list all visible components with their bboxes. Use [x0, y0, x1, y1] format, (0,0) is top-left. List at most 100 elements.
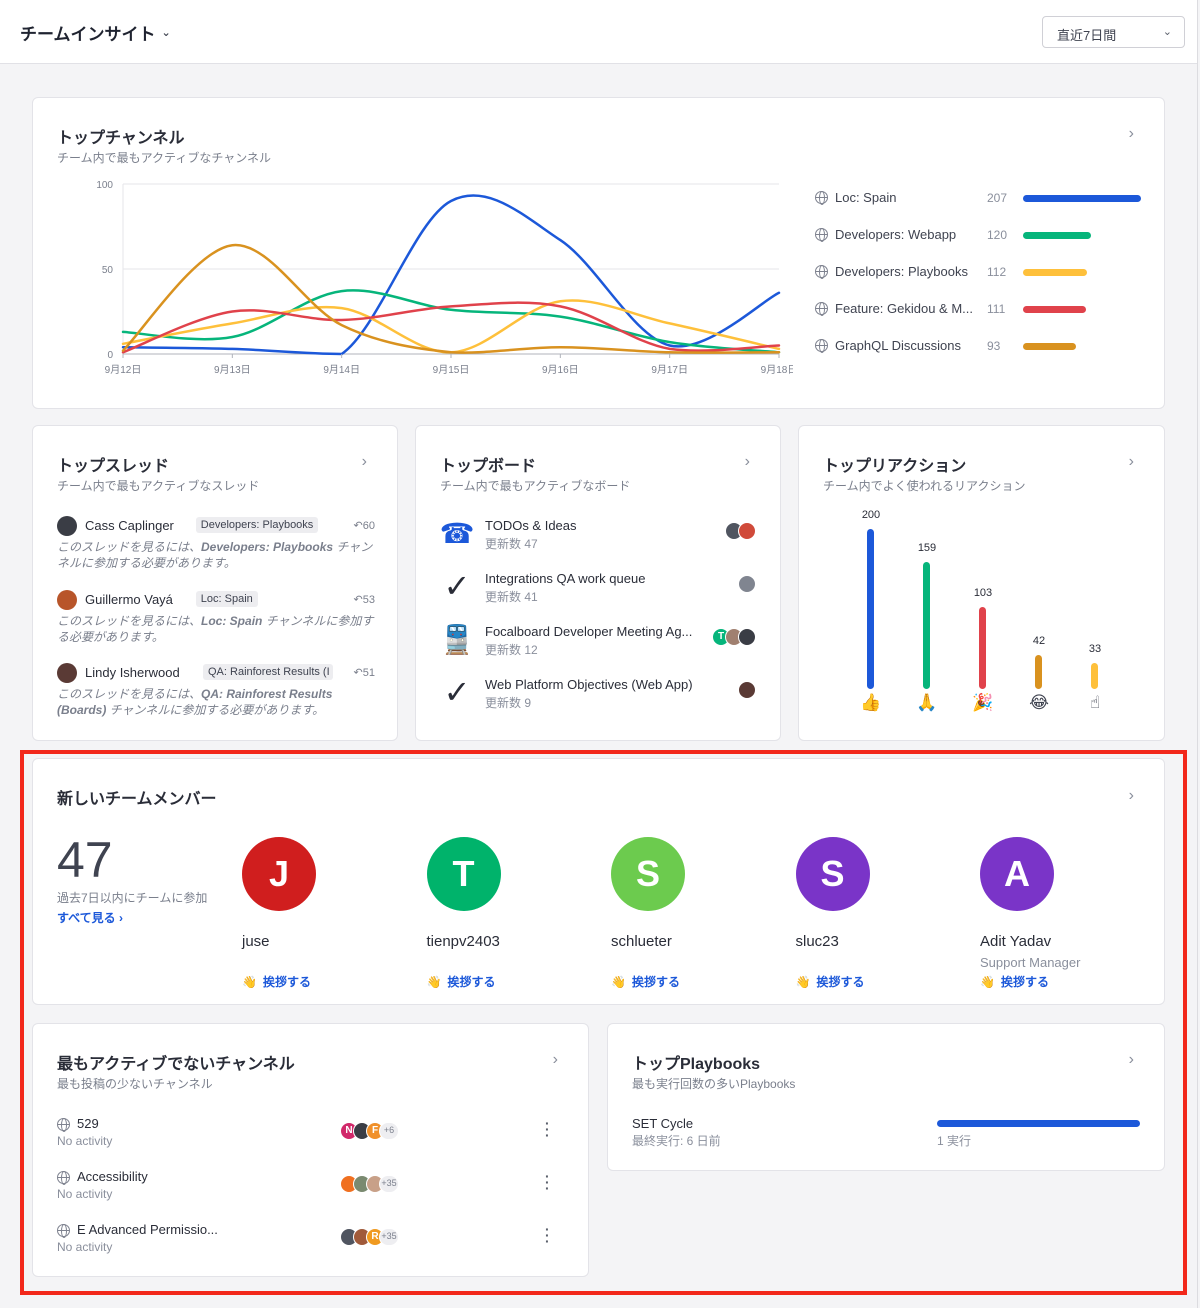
chevron-right-icon[interactable]: › — [1129, 125, 1134, 143]
avatar-group: +35 — [340, 1175, 399, 1193]
chevron-right-icon[interactable]: › — [1129, 787, 1134, 805]
thread-message-text: チャンネルに参加する必要があります。 — [106, 703, 325, 717]
member-item[interactable]: Jjuse 👋 挨拶する — [242, 837, 402, 997]
avatar: T — [426, 837, 501, 911]
legend-bar — [1023, 269, 1087, 276]
see-all-link[interactable]: すべて見る › — [57, 909, 123, 926]
waving-hand-icon: 👋 — [611, 975, 626, 989]
member-overflow-count: +6 — [379, 1122, 399, 1140]
say-hello-button[interactable]: 👋 挨拶する — [980, 973, 1049, 990]
chevron-right-icon[interactable]: › — [1129, 1051, 1134, 1069]
card-subtitle: チーム内でよく使われるリアクション — [823, 479, 1026, 493]
legend-channel-name: Developers: Playbooks — [835, 264, 968, 279]
new-members-card: 新しいチームメンバー › 47 過去7日以内にチームに参加 すべて見る › Jj… — [32, 758, 1165, 1005]
legend-item[interactable]: Developers: Playbooks 112 — [815, 262, 1175, 282]
series-line — [121, 289, 781, 354]
playbook-item[interactable]: SET Cycle 最終実行: 6 日前 1 実行 — [632, 1116, 1142, 1152]
reply-count-value: 60 — [362, 520, 375, 532]
thread-message-text: このスレッドを見るには、 — [57, 687, 202, 701]
board-item[interactable]: ✓ Integrations QA work queue 更新数 41 — [440, 568, 756, 609]
more-options-icon[interactable]: · · · — [545, 1116, 550, 1142]
reply-count: ↶51 — [354, 666, 375, 679]
globe-icon — [815, 228, 828, 242]
legend-bar — [1023, 343, 1076, 350]
thread-item[interactable]: Cass Caplinger Developers: Playbooks ↶60 この… — [57, 516, 377, 576]
top-channels-line-chart: 0 50 100 9月12日 9月13日 9月14日 9月15日 9月16日 9月17日 9月18… — [96, 180, 793, 376]
reply-count: ↶53 — [354, 593, 375, 606]
card-title: トップスレッド — [57, 458, 170, 475]
say-hello-label: 挨拶する — [262, 975, 311, 989]
more-options-icon[interactable]: · · · — [545, 1222, 550, 1248]
globe-icon — [815, 265, 828, 279]
say-hello-button[interactable]: 👋 挨拶する — [242, 973, 311, 990]
member-name: juse — [242, 933, 270, 950]
legend-item[interactable]: Loc: Spain 207 — [815, 188, 1175, 208]
thread-author: Cass Caplinger — [85, 518, 174, 533]
chevron-right-icon[interactable]: › — [553, 1051, 558, 1069]
top-reactions-card: トップリアクション チーム内でよく使われるリアクション › 200 👍 159 🙏 10… — [798, 425, 1165, 741]
reaction-bar — [1035, 655, 1042, 689]
reaction-bar — [979, 606, 986, 689]
new-members-caption: 過去7日以内にチームに参加 — [57, 891, 208, 905]
channel-activity: No activity — [57, 1134, 113, 1148]
say-hello-button[interactable]: 👋 挨拶する — [796, 973, 865, 990]
board-item[interactable]: ☎ TODOs & Ideas 更新数 47 — [440, 516, 756, 556]
channel-name: E Advanced Permissio... — [77, 1222, 218, 1237]
avatar — [57, 663, 77, 683]
board-name: Integrations QA work queue — [485, 571, 646, 586]
thread-message: このスレッドを見るには、QA: Rainforest Results (Boar… — [57, 686, 375, 718]
legend-count: 112 — [987, 265, 1007, 279]
avatar — [57, 516, 77, 536]
chevron-right-icon[interactable]: › — [362, 453, 367, 471]
channel-item[interactable]: 529 No activity N F +6 · · · — [57, 1116, 557, 1152]
time-range-select[interactable]: 直近7日間 ⌄ — [1042, 16, 1185, 48]
member-item[interactable]: Sschlueter 👋 挨拶する — [611, 837, 771, 997]
legend-channel-name: GraphQL Discussions — [835, 338, 961, 353]
channel-item[interactable]: E Advanced Permissio... No activity R +35 · ·… — [57, 1222, 557, 1258]
channel-tag: Developers: Playbooks — [195, 517, 319, 533]
reaction-emoji-icon: 👍 — [860, 693, 882, 712]
member-item[interactable]: Ttienpv2403 👋 挨拶する — [426, 837, 587, 997]
legend-count: 120 — [987, 228, 1008, 242]
avatar — [738, 522, 756, 540]
legend-count: 93 — [987, 339, 1001, 353]
member-item[interactable]: Ssluc23 👋 挨拶する — [795, 837, 956, 997]
globe-icon — [57, 1118, 70, 1132]
chevron-down-icon: ⌄ — [1162, 26, 1172, 38]
thread-item[interactable]: Lindy Isherwood QA: Rainforest Results (I… — [57, 663, 377, 723]
avatar-group — [738, 575, 756, 593]
say-hello-button[interactable]: 👋 挨拶する — [427, 973, 496, 990]
say-hello-button[interactable]: 👋 挨拶する — [611, 973, 680, 990]
avatar — [738, 575, 756, 593]
waving-hand-icon: 👋 — [980, 975, 995, 989]
x-tick-label: 9月15日 — [433, 364, 470, 376]
new-members-count: 47 — [57, 832, 113, 888]
channel-tag: QA: Rainforest Results (I — [203, 664, 333, 680]
thread-author: Lindy Isherwood — [85, 665, 180, 680]
thread-item[interactable]: Guillermo Vayá Loc: Spain ↶53 このスレッドを見るには、L… — [57, 590, 377, 650]
team-insights-title-text: チームインサイト — [20, 25, 156, 44]
member-overflow-count: +35 — [379, 1175, 399, 1193]
legend-item[interactable]: Developers: Webapp 120 — [815, 225, 1175, 245]
waving-hand-icon: 👋 — [242, 975, 257, 989]
legend-item[interactable]: Feature: Gekidou & M... 111 — [815, 299, 1175, 319]
board-name: Focalboard Developer Meeting Ag... — [485, 624, 693, 639]
reaction-count-label: 42 — [1032, 635, 1046, 648]
legend-item[interactable]: GraphQL Discussions 93 — [815, 336, 1175, 356]
channel-item[interactable]: Accessibility No activity +35 · · · — [57, 1169, 557, 1205]
thread-message: このスレッドを見るには、Developers: Playbooks チャンネルに… — [57, 539, 375, 571]
board-item[interactable]: 🚆 Focalboard Developer Meeting Ag... 更新数 1… — [440, 622, 756, 662]
member-item[interactable]: A Adit Yadav Support Manager 👋 挨拶する — [980, 837, 1140, 997]
thread-message: このスレッドを見るには、Loc: Spain チャンネルに参加する必要があります… — [57, 613, 375, 645]
more-options-icon[interactable]: · · · — [545, 1169, 550, 1195]
say-hello-label: 挨拶する — [816, 975, 865, 989]
team-insights-title[interactable]: チームインサイト ⌄ — [20, 20, 171, 45]
divider — [1197, 0, 1198, 1308]
board-item[interactable]: ✓ Web Platform Objectives (Web App) 更新数 9 — [440, 674, 756, 715]
chevron-right-icon[interactable]: › — [745, 453, 750, 471]
avatar: A — [980, 837, 1054, 911]
playbook-name: SET Cycle — [632, 1116, 694, 1131]
y-tick-label: 50 — [102, 265, 114, 276]
avatar-group — [738, 681, 756, 699]
chevron-right-icon[interactable]: › — [1129, 453, 1134, 471]
